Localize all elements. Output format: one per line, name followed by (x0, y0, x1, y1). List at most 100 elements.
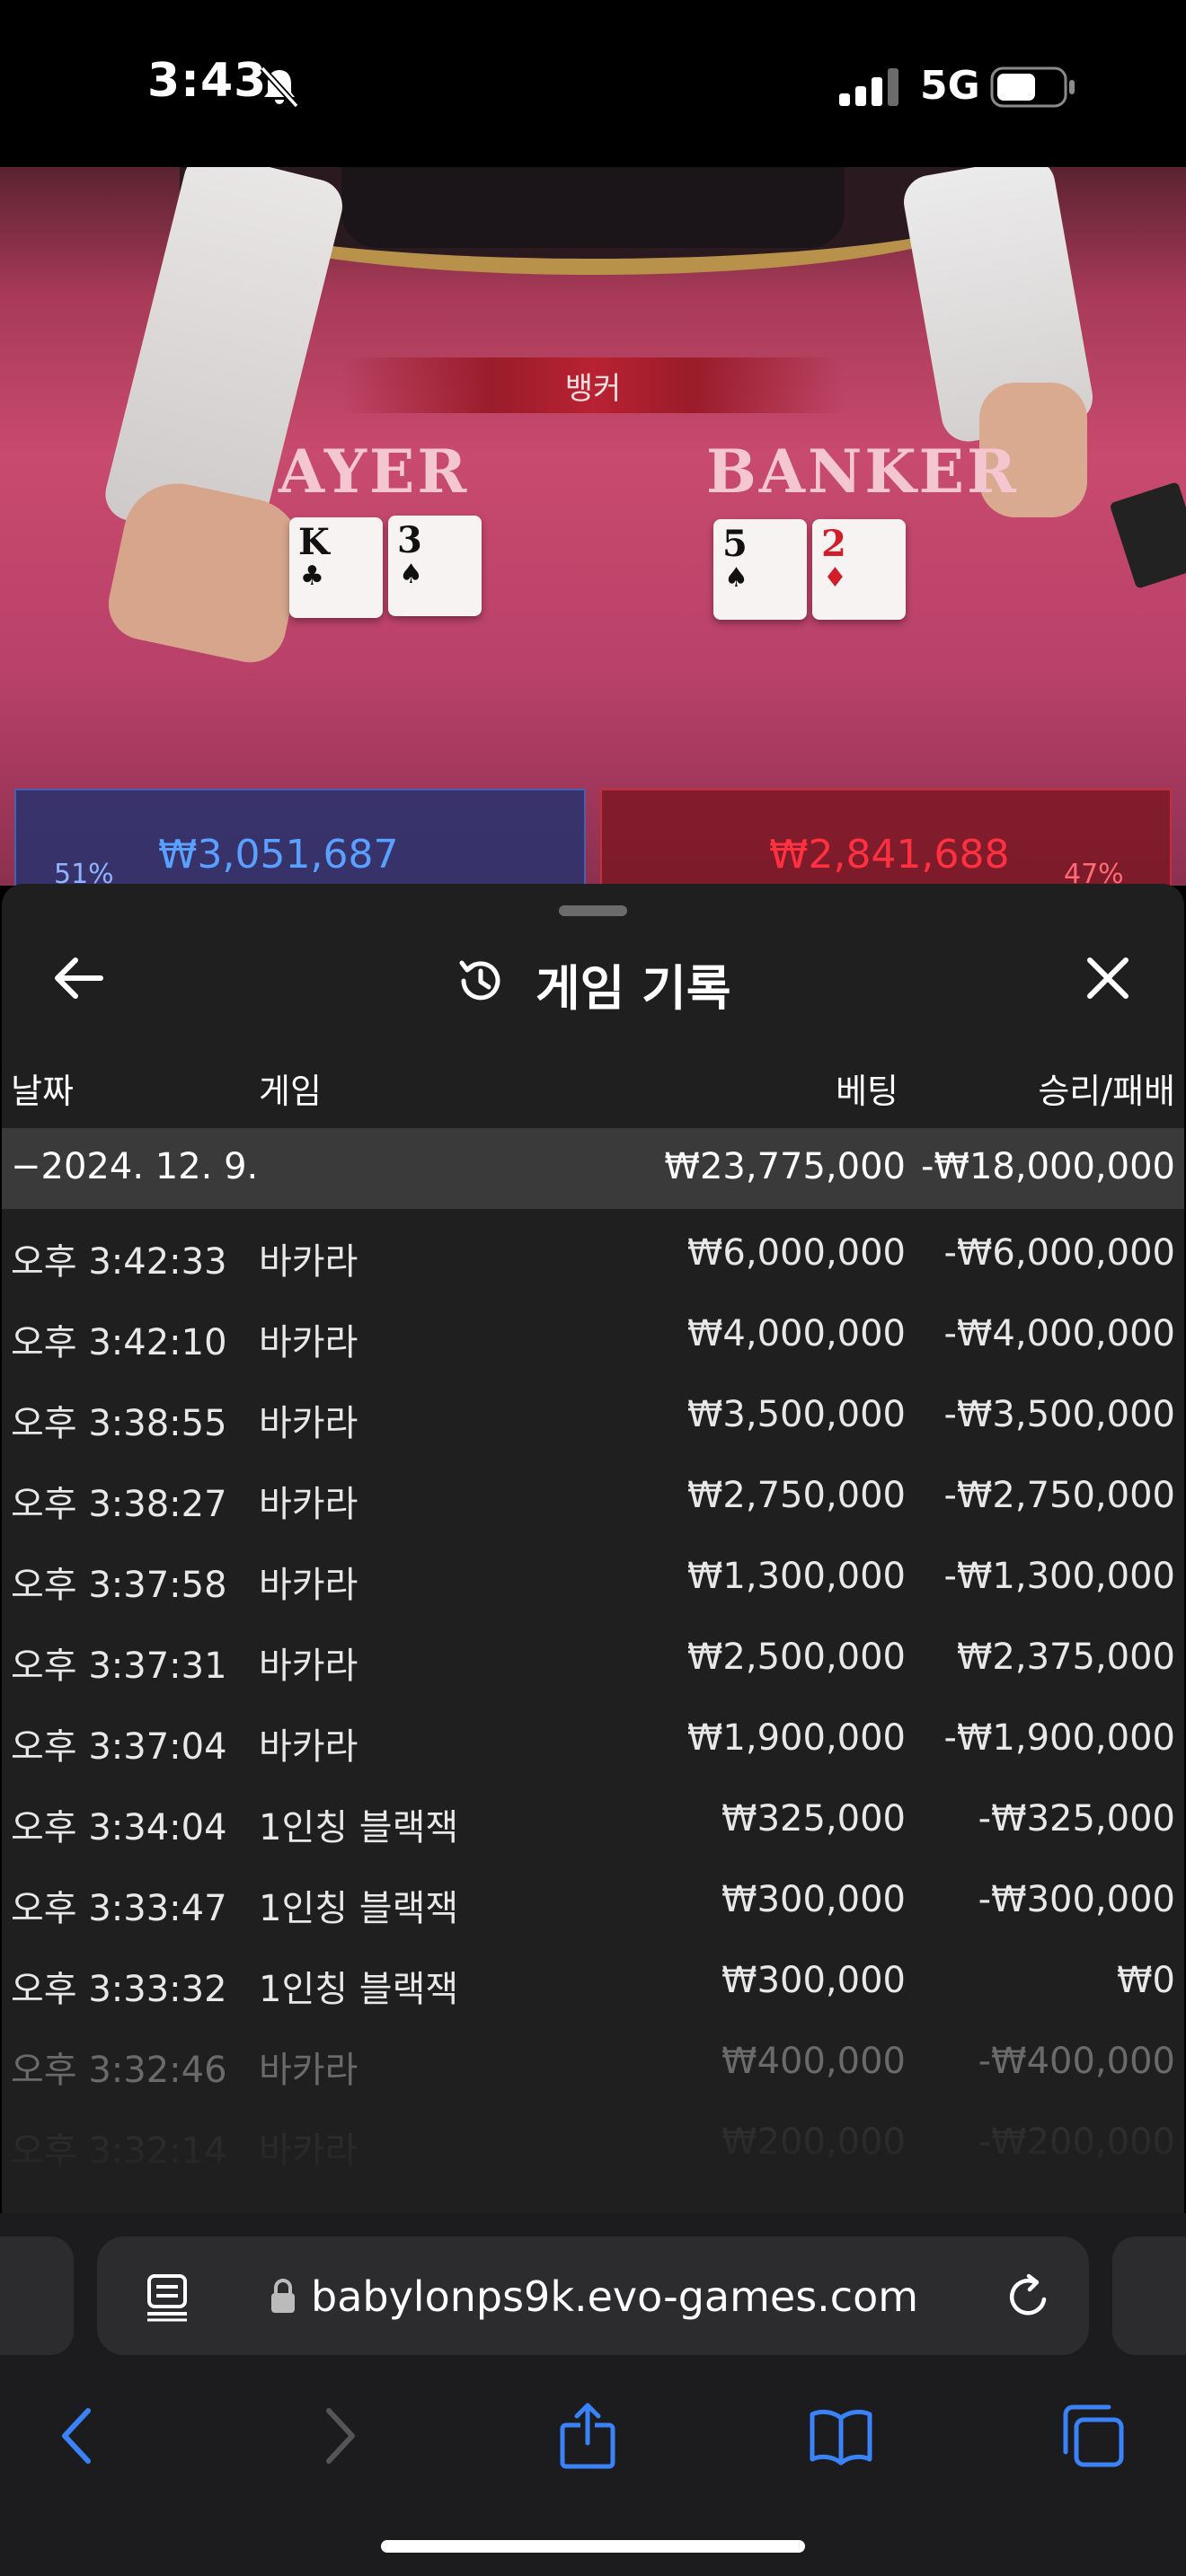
row-bet: ₩300,000 (721, 1879, 906, 1920)
column-header-result[interactable]: 승리/패배 (1038, 1063, 1175, 1113)
row-bet: ₩4,000,000 (686, 1313, 906, 1354)
row-result: -₩4,000,000 (943, 1313, 1175, 1354)
date-group-row[interactable]: −2024. 12. 9. ₩23,775,000 -₩18,000,000 (2, 1128, 1184, 1209)
row-bet: ₩3,500,000 (686, 1394, 906, 1435)
row-bet: ₩325,000 (721, 1798, 906, 1839)
banker-card-2: 2 ♦ (812, 519, 906, 620)
row-bet: ₩300,000 (721, 1960, 906, 2001)
row-bet: ₩400,000 (721, 2041, 906, 2082)
row-game: 바카라 (259, 1403, 358, 1444)
lock-icon (271, 2279, 295, 2313)
row-game: 1인칭 블랙잭 (259, 1969, 459, 2010)
address-bar[interactable]: babylonps9k.evo-games.com (97, 2236, 1089, 2355)
banker-bet-percent: 47% (1064, 859, 1124, 886)
sheet-grabber[interactable] (559, 905, 627, 916)
row-game: 1인칭 블랙잭 (259, 1888, 459, 1929)
card-shoe (1109, 481, 1186, 589)
sheet-title: 게임 기록 (535, 960, 731, 1017)
home-indicator[interactable] (381, 2540, 805, 2553)
row-result: -₩325,000 (978, 1798, 1175, 1839)
url-text[interactable]: babylonps9k.evo-games.com (311, 2272, 918, 2321)
status-bar: 3:43 5G (0, 0, 1186, 167)
status-time: 3:43 (147, 54, 268, 108)
cellular-signal-icon (839, 68, 898, 106)
row-game: 바카라 (259, 1322, 358, 1363)
share-icon[interactable] (553, 2402, 622, 2470)
row-game: 바카라 (259, 1241, 358, 1283)
game-history-sheet: 게임 기록 날짜 게임 베팅 승리/패배 −2024. 12. 9. ₩23,7… (2, 884, 1184, 2213)
winner-banner: 뱅커 (341, 357, 845, 413)
row-result: ₩0 (1117, 1960, 1175, 2001)
browser-chrome: babylonps9k.evo-games.com (0, 2213, 1186, 2576)
row-bet: ₩6,000,000 (686, 1232, 906, 1274)
forward-nav-icon[interactable] (304, 2402, 372, 2470)
row-game: 바카라 (259, 1726, 358, 1768)
felt-player-label: AYER (279, 437, 470, 507)
date-group-bet-total: ₩23,775,000 (664, 1146, 906, 1187)
table-row[interactable]: 오후 3:34:04 1인칭 블랙잭 ₩325,000 -₩325,000 (2, 1780, 1184, 1861)
row-time: 오후 3:38:27 (11, 1484, 227, 1525)
table-row[interactable]: 오후 3:38:55 바카라 ₩3,500,000 -₩3,500,000 (2, 1376, 1184, 1457)
player-bet-percent: 51% (54, 859, 114, 886)
live-video[interactable]: 뱅커 AYER BANKER J ♦ K ♣ 3 ♠ 5 ♠ 2 ♦ 51% ₩… (0, 167, 1186, 886)
row-result: -₩1,300,000 (943, 1556, 1175, 1597)
date-group-result-total: -₩18,000,000 (920, 1146, 1175, 1187)
network-type: 5G (920, 63, 980, 109)
row-time: 오후 3:37:58 (11, 1565, 227, 1606)
row-result: ₩2,375,000 (956, 1636, 1175, 1678)
table-row[interactable]: 오후 3:42:10 바카라 ₩4,000,000 -₩4,000,000 (2, 1295, 1184, 1376)
next-tab-peek[interactable] (1112, 2236, 1186, 2355)
player-bet-amount: ₩3,051,687 (158, 832, 399, 878)
reload-icon[interactable] (1005, 2272, 1053, 2321)
row-game: 1인칭 블랙잭 (259, 1807, 459, 1848)
row-game: 바카라 (259, 2050, 358, 2091)
row-game: 바카라 (259, 1484, 358, 1525)
row-bet: ₩2,500,000 (686, 1636, 906, 1678)
row-result: -₩1,900,000 (943, 1717, 1175, 1759)
table-row[interactable]: 오후 3:42:33 바카라 ₩6,000,000 -₩6,000,000 (2, 1214, 1184, 1295)
table-row[interactable]: 오후 3:37:58 바카라 ₩1,300,000 -₩1,300,000 (2, 1538, 1184, 1619)
table-row[interactable]: 오후 3:37:04 바카라 ₩1,900,000 -₩1,900,000 (2, 1699, 1184, 1780)
bell-muted-icon (260, 66, 299, 109)
back-arrow-icon[interactable] (47, 947, 110, 1010)
screen: 3:43 5G 뱅커 AYER BANKER J (0, 0, 1186, 2576)
bookmarks-icon[interactable] (807, 2402, 875, 2470)
back-nav-icon[interactable] (45, 2402, 113, 2470)
row-bet: ₩1,300,000 (686, 1556, 906, 1597)
date-group-label: −2024. 12. 9. (11, 1146, 259, 1187)
player-card-2: K ♣ (289, 517, 383, 618)
row-result: -₩300,000 (978, 1879, 1175, 1920)
row-time: 오후 3:32:46 (11, 2050, 227, 2091)
tabs-icon[interactable] (1058, 2402, 1127, 2470)
row-time: 오후 3:37:31 (11, 1645, 227, 1687)
list-fade (2, 2087, 1184, 2213)
row-time: 오후 3:37:04 (11, 1726, 227, 1768)
table-row[interactable]: 오후 3:38:27 바카라 ₩2,750,000 -₩2,750,000 (2, 1457, 1184, 1538)
table-row[interactable]: 오후 3:37:31 바카라 ₩2,500,000 ₩2,375,000 (2, 1619, 1184, 1699)
row-game: 바카라 (259, 1645, 358, 1687)
column-header-date[interactable]: 날짜 (11, 1063, 74, 1113)
row-bet: ₩1,900,000 (686, 1717, 906, 1759)
table-row[interactable]: 오후 3:33:32 1인칭 블랙잭 ₩300,000 ₩0 (2, 1942, 1184, 2023)
banker-card-1: 5 ♠ (713, 519, 807, 620)
row-time: 오후 3:42:33 (11, 1241, 227, 1283)
player-card-3: 3 ♠ (388, 516, 482, 616)
felt-banker-label: BANKER (706, 437, 1019, 507)
row-time: 오후 3:33:32 (11, 1969, 227, 2010)
row-time: 오후 3:42:10 (11, 1322, 227, 1363)
column-header-game[interactable]: 게임 (259, 1063, 322, 1113)
row-result: -₩6,000,000 (943, 1232, 1175, 1274)
page-menu-icon[interactable] (144, 2272, 190, 2323)
table-row[interactable]: 오후 3:33:47 1인칭 블랙잭 ₩300,000 -₩300,000 (2, 1861, 1184, 1942)
column-header-bet[interactable]: 베팅 (836, 1063, 898, 1113)
row-result: -₩400,000 (978, 2041, 1175, 2082)
row-game: 바카라 (259, 1565, 358, 1606)
close-icon[interactable] (1076, 947, 1139, 1010)
row-time: 오후 3:33:47 (11, 1888, 227, 1929)
row-result: -₩2,750,000 (943, 1475, 1175, 1516)
row-result: -₩3,500,000 (943, 1394, 1175, 1435)
previous-tab-peek[interactable] (0, 2236, 74, 2355)
history-icon (459, 960, 500, 1001)
row-time: 오후 3:38:55 (11, 1403, 227, 1444)
row-time: 오후 3:34:04 (11, 1807, 227, 1848)
